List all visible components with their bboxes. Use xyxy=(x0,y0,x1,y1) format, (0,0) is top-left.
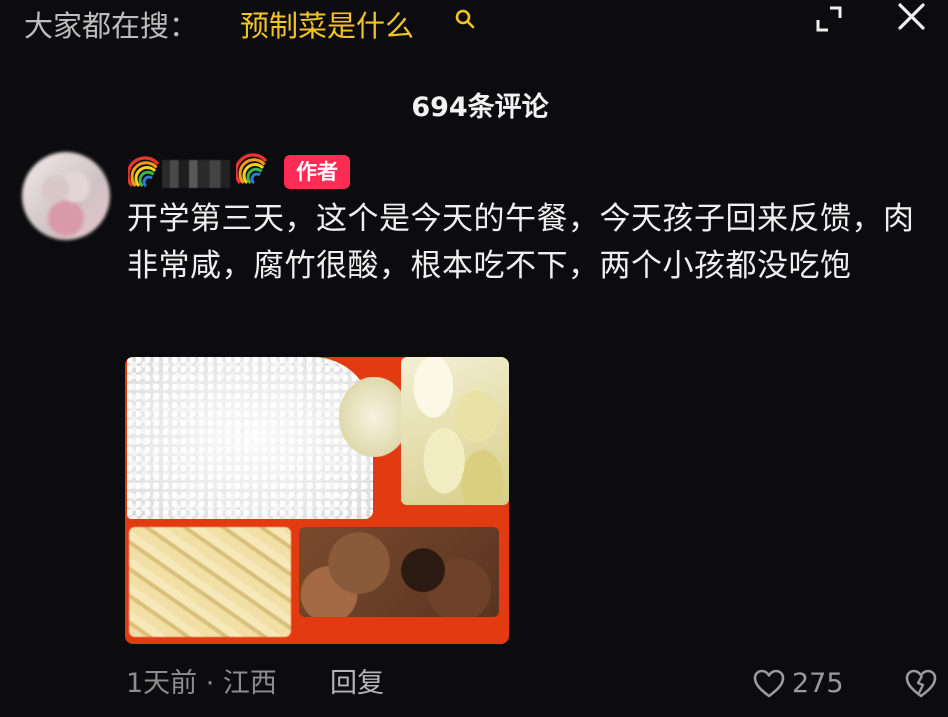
tofu-skin-portion xyxy=(129,527,291,637)
broken-heart-icon[interactable] xyxy=(904,668,938,700)
search-suggestion-term[interactable]: 预制菜是什么 xyxy=(240,6,414,46)
cabbage-portion xyxy=(339,377,409,457)
close-icon[interactable] xyxy=(894,0,928,34)
search-suggestion-prefix: 大家都在搜： xyxy=(24,9,199,43)
comment-time-location: 1天前 · 江西 xyxy=(126,668,277,699)
reply-button[interactable]: 回复 xyxy=(330,664,384,704)
expand-icon[interactable] xyxy=(812,2,846,36)
cabbage-portion xyxy=(401,357,509,505)
comment-photo[interactable] xyxy=(125,357,509,644)
comment-count-title: 694条评论 xyxy=(411,92,549,123)
rice-portion xyxy=(127,357,373,519)
rainbow-emoji-icon xyxy=(128,156,160,188)
author-badge: 作者 xyxy=(284,155,350,189)
avatar[interactable] xyxy=(22,152,110,240)
username-obscured[interactable] xyxy=(162,160,230,188)
search-icon[interactable] xyxy=(454,8,476,30)
rainbow-emoji-icon xyxy=(236,153,268,185)
like-count: 275 xyxy=(792,668,844,699)
heart-icon[interactable] xyxy=(752,668,786,700)
comment-text: 开学第三天，这个是今天的午餐，今天孩子回来反馈，肉非常咸，腐竹很酸，根本吃不下，… xyxy=(127,201,915,284)
meat-portion xyxy=(299,527,499,617)
